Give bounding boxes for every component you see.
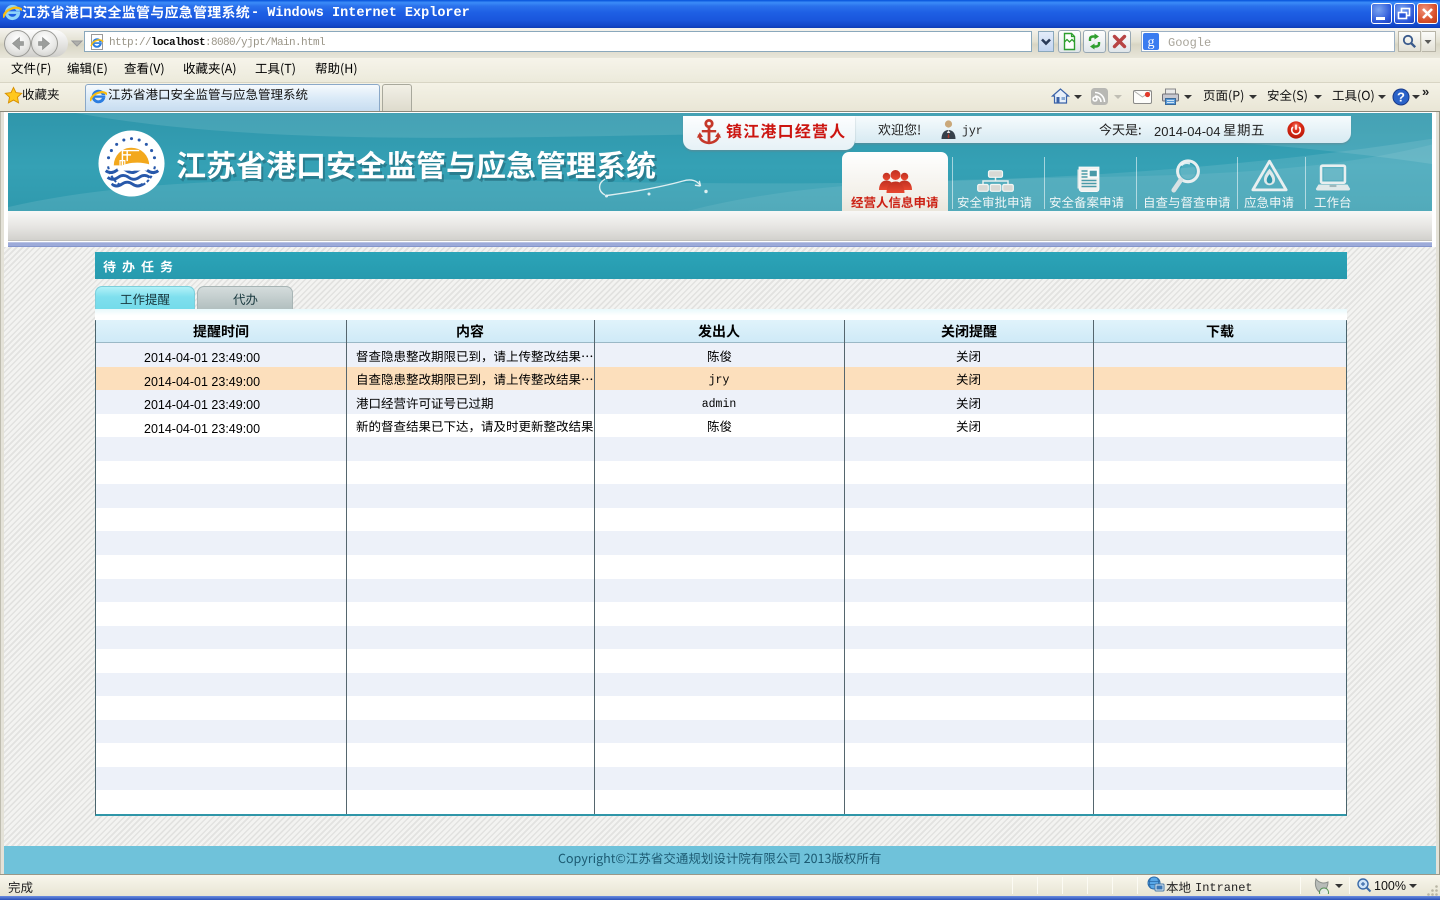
svg-text:g: g [1148,35,1155,50]
svg-text:?: ? [1397,90,1405,105]
